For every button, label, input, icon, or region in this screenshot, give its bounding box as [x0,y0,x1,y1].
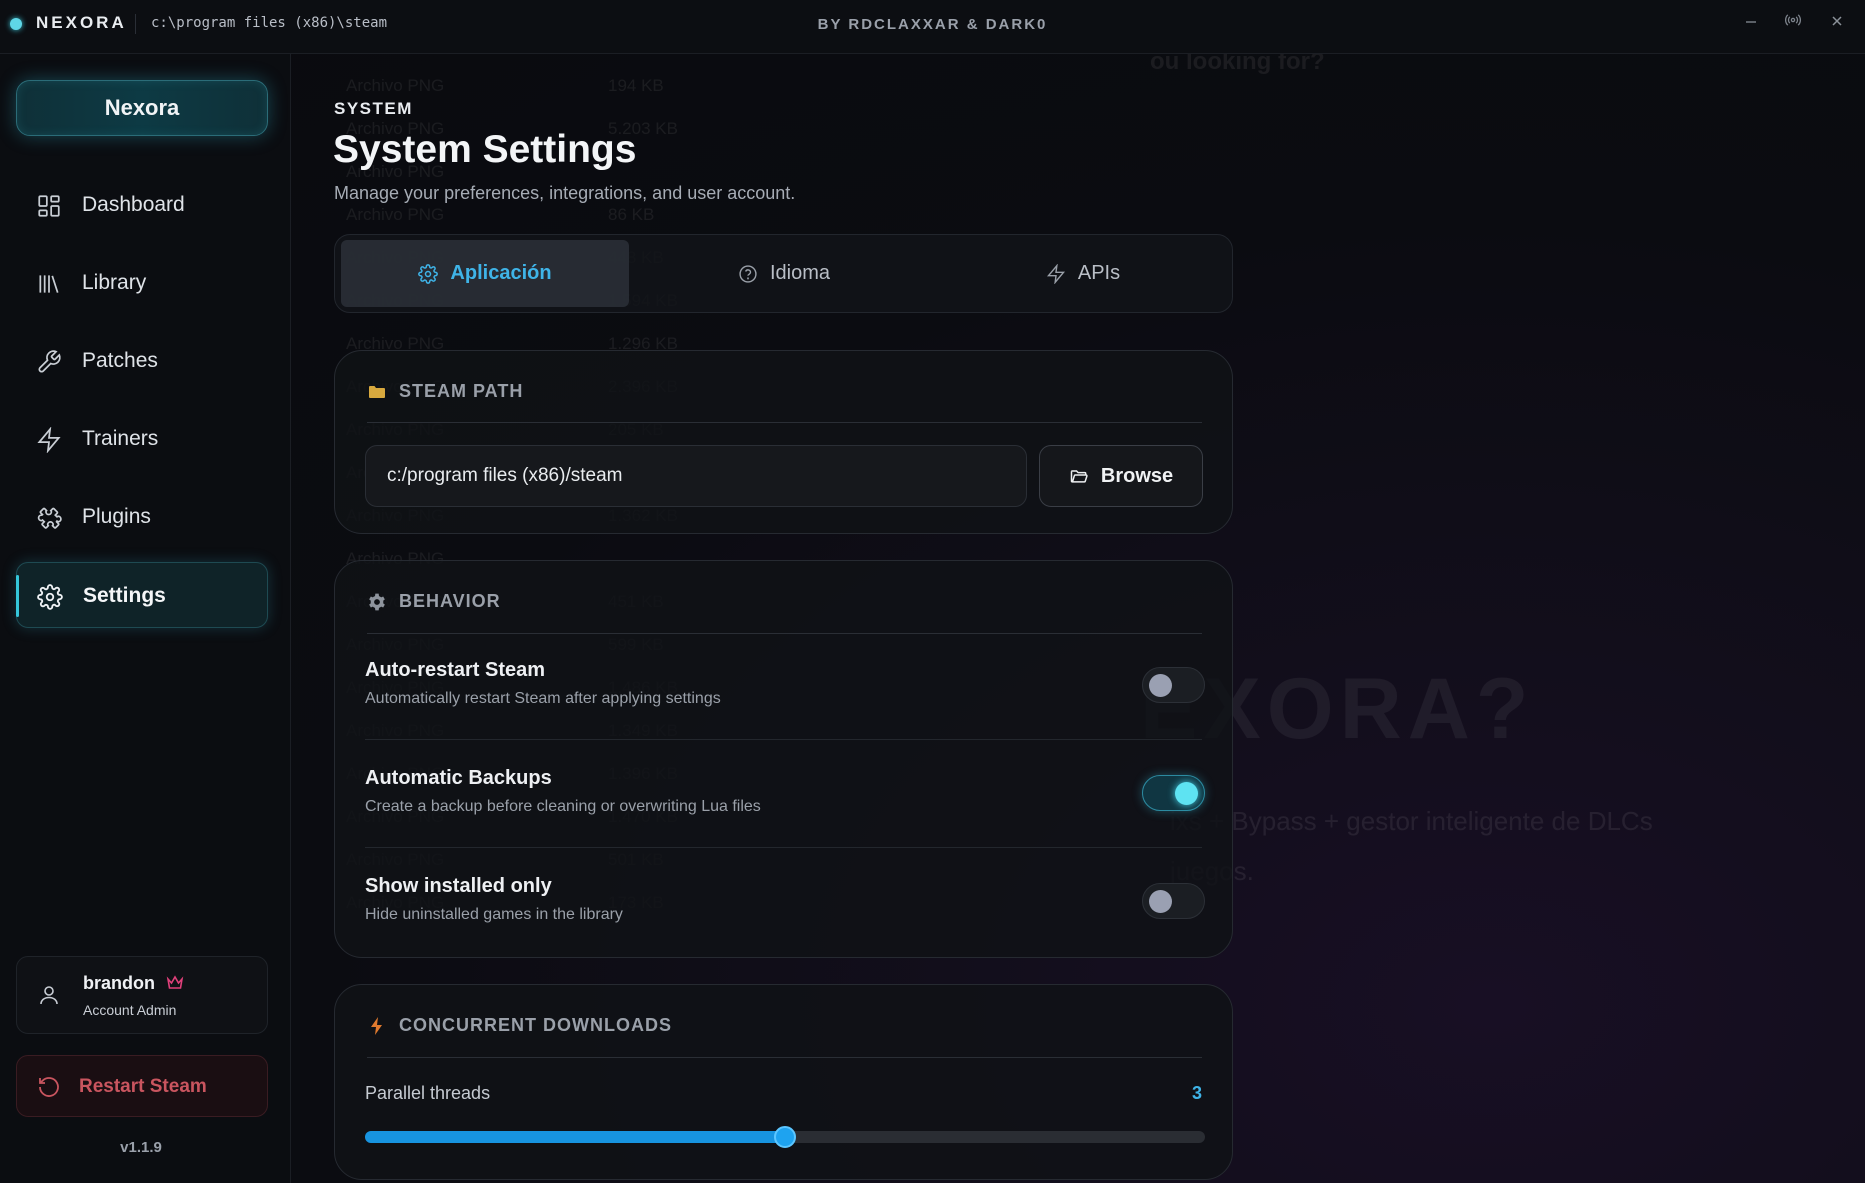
settings-tabs: Aplicación Idioma APIs [334,234,1233,313]
credits-text: BY RDCLAXXAR & DARK0 [817,16,1048,33]
section-label: BEHAVIOR [399,591,501,611]
divider [367,1057,1202,1058]
slider-thumb[interactable] [774,1126,796,1148]
setting-show-installed-only: Show installed only Hide uninstalled gam… [365,875,1205,924]
background-file-type: Archivo PNG [346,205,445,224]
sidebar-item-label: Library [82,271,147,294]
lightning-icon [37,427,61,453]
section-eyebrow: SYSTEM [334,99,413,118]
broadcast-button[interactable] [1780,12,1806,36]
account-card[interactable]: brandon Account Admin [16,956,268,1034]
toggle-knob [1149,890,1172,913]
section-label: STEAM PATH [399,381,524,401]
auto-restart-toggle[interactable] [1142,667,1205,703]
gear-icon [37,584,63,610]
page-title: System Settings [333,128,637,171]
library-icon [39,275,59,293]
lightning-icon [371,1016,382,1035]
close-button[interactable] [1824,12,1850,36]
app-window: ou looking for? EXORA? ixs + Bypass + ge… [0,0,1865,1183]
account-name: brandon [83,973,155,993]
dashboard-icon [38,195,60,217]
tab-label: APIs [1077,262,1121,284]
gear-icon [369,593,385,610]
steam-path-heading: STEAM PATH [367,381,523,402]
sidebar-item-label: Trainers [82,427,159,450]
background-file-size: 194 KB [608,76,664,95]
broadcast-icon [1784,14,1802,26]
divider [367,633,1202,634]
lightning-icon [1046,263,1065,284]
steam-path-card: STEAM PATH c:/program files (x86)/steam … [334,350,1233,534]
folder-open-icon [1070,470,1088,483]
folder-icon [369,385,385,398]
sidebar-item-library[interactable]: Library [16,250,268,316]
slider-label: Parallel threads [365,1083,491,1103]
slider-value: 3 [1191,1083,1202,1103]
restart-steam-label: Restart Steam [79,1076,207,1097]
sidebar-item-label: Patches [82,349,158,372]
restart-icon [39,1077,59,1097]
show-installed-only-toggle[interactable] [1142,883,1205,919]
sidebar-item-label: Settings [83,584,166,607]
behavior-card: BEHAVIOR Auto-restart Steam Automaticall… [334,560,1233,958]
setting-auto-restart: Auto-restart Steam Automatically restart… [365,659,1205,708]
toggle-knob [1175,782,1198,805]
restart-steam-button[interactable]: Restart Steam [16,1055,268,1117]
steam-path-input[interactable]: c:/program files (x86)/steam [365,445,1027,507]
setting-title: Automatic Backups [365,767,552,789]
sidebar-item-label: Dashboard [82,193,185,216]
setting-title: Auto-restart Steam [365,659,546,681]
divider [367,422,1202,423]
page-subtitle: Manage your preferences, integrations, a… [334,183,796,203]
slider-fill [365,1131,785,1143]
sidebar-item-label: Plugins [82,505,151,528]
sidebar-item-trainers[interactable]: Trainers [16,406,268,472]
user-icon [40,986,58,1005]
setting-description: Hide uninstalled games in the library [365,906,623,923]
setting-description: Create a backup before cleaning or overw… [365,798,761,815]
close-icon [1832,16,1842,26]
browse-button[interactable]: Browse [1039,445,1203,507]
version-label: v1.1.9 [120,1139,162,1156]
sidebar-item-plugins[interactable]: Plugins [16,484,268,550]
sidebar-item-dashboard[interactable]: Dashboard [16,172,268,238]
downloads-heading: CONCURRENT DOWNLOADS [367,1015,672,1036]
section-label: CONCURRENT DOWNLOADS [399,1015,672,1035]
tab-label: Aplicación [450,262,552,284]
concurrent-downloads-card: CONCURRENT DOWNLOADS Parallel threads 3 [334,984,1233,1180]
account-role: Account Admin [83,1002,177,1018]
logo-button[interactable]: Nexora [16,80,268,136]
tab-apis[interactable]: APIs [939,240,1227,307]
tab-aplicacion[interactable]: Aplicación [341,240,629,307]
sidebar-item-settings[interactable]: Settings [16,562,268,628]
minimize-icon [1746,21,1756,23]
toggle-knob [1149,674,1172,697]
divider [365,739,1202,740]
sidebar: Nexora Dashboard Library Patches Trainer… [0,54,291,1183]
setting-automatic-backups: Automatic Backups Create a backup before… [365,767,1205,816]
puzzle-icon [37,507,62,529]
background-line: ixs + Bypass + gestor inteligente de DLC… [1170,806,1653,836]
automatic-backups-toggle[interactable] [1142,775,1205,811]
browse-label: Browse [1100,464,1174,487]
setting-description: Automatically restart Steam after applyi… [365,690,721,707]
help-circle-icon [739,264,757,283]
wrench-icon [38,350,61,373]
background-file-type: Archivo PNG [346,76,445,95]
setting-title: Show installed only [365,875,552,897]
gear-icon [418,263,439,284]
divider [365,847,1202,848]
title-bar: NEXORA c:\program files (x86)\steam BY R… [0,0,1865,54]
tab-label: Idioma [769,262,831,284]
parallel-threads-slider[interactable] [365,1126,1205,1148]
minimize-button[interactable] [1738,12,1764,36]
crown-icon [166,975,184,989]
background-file-size: 86 KB [608,205,655,224]
behavior-heading: BEHAVIOR [367,591,501,612]
tab-idioma[interactable]: Idioma [640,240,928,307]
sidebar-item-patches[interactable]: Patches [16,328,268,394]
